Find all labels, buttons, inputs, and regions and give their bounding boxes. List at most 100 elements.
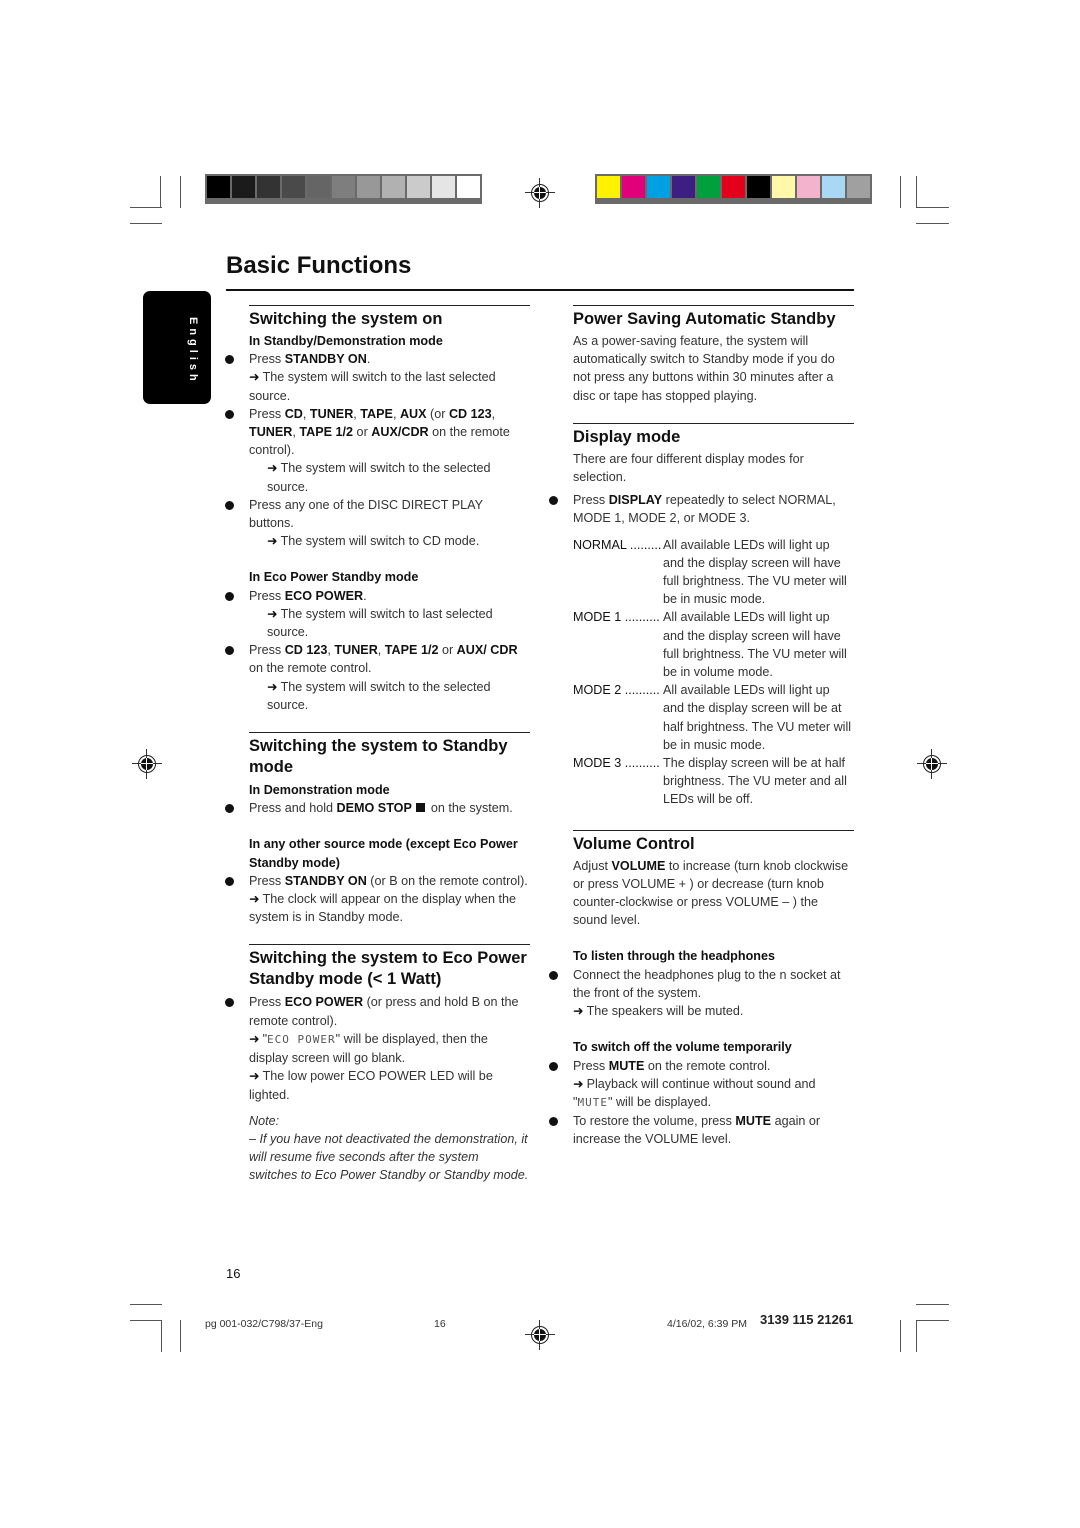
section-switching-on: Switching the system on In Standby/Demon… (225, 305, 530, 714)
arrow-icon: ➜ (267, 606, 278, 621)
arrow-icon: ➜ (249, 1069, 260, 1084)
color-swatch (722, 176, 745, 198)
section-rule (249, 732, 530, 734)
language-label: English (187, 317, 199, 385)
stop-icon (415, 803, 425, 813)
arrow-icon: ➜ (267, 461, 278, 476)
mode-label: MODE 3 .......... (573, 756, 660, 771)
color-swatch (772, 176, 795, 198)
registration-mark-icon (132, 749, 162, 779)
color-bar (595, 174, 872, 204)
section-heading: Volume Control (573, 834, 695, 853)
color-swatch (822, 176, 845, 198)
result-item: ➜ The speakers will be muted. (573, 1004, 744, 1019)
registration-mark-icon (525, 178, 555, 208)
section-standby: Switching the system to Standby mode In … (225, 732, 530, 926)
slug-datetime: 4/16/02, 6:39 PM (667, 1318, 747, 1330)
registration-mark-icon (525, 1320, 555, 1350)
section-rule (249, 305, 530, 306)
color-swatch (597, 176, 620, 198)
section-eco-power: Switching the system to Eco Power Standb… (225, 944, 530, 1184)
section-rule (573, 422, 854, 424)
arrow-icon: ➜ (267, 679, 278, 694)
crop-mark (161, 1320, 162, 1352)
color-swatch (207, 176, 230, 198)
subheading: To switch off the volume temporarily (573, 1040, 792, 1055)
bullet-item: Press CD, TUNER, TAPE, AUX (or CD 123, T… (225, 405, 530, 460)
color-swatch (622, 176, 645, 198)
arrow-icon: ➜ (573, 1004, 584, 1019)
mode-label: MODE 2 .......... (573, 683, 660, 698)
crop-mark (916, 1320, 917, 1352)
crop-mark (900, 176, 901, 208)
bullet-item: Press STANDBY ON (or B on the remote con… (225, 872, 530, 890)
page-number: 16 (226, 1266, 241, 1281)
bullet-item: Press DISPLAY repeatedly to select NORMA… (549, 491, 854, 527)
subheading: To listen through the headphones (573, 949, 775, 964)
crop-mark (916, 176, 917, 208)
result-item: ➜ The clock will appear on the display wh… (249, 892, 516, 925)
mode-label: MODE 1 .......... (573, 610, 660, 625)
subheading: In Standby/Demonstration mode (249, 334, 443, 348)
result-item: ➜ The system will switch to the last sele… (249, 370, 496, 403)
color-swatch (332, 176, 355, 198)
color-swatch (797, 176, 820, 198)
section-heading: Switching the system on (249, 310, 443, 328)
crop-mark (130, 1320, 162, 1321)
grayscale-bar (205, 174, 482, 204)
result-item: ➜ The low power ECO POWER LED will be lig… (249, 1069, 493, 1102)
result-item: ➜ Playback will continue without sound an… (573, 1076, 816, 1109)
color-swatch (432, 176, 455, 198)
color-swatch (647, 176, 670, 198)
color-swatch (747, 176, 770, 198)
mode-row: MODE 2 .......... All available LEDs will… (573, 681, 854, 754)
left-column: Switching the system on In Standby/Demon… (225, 305, 530, 1185)
body-text: There are four different display modes f… (573, 451, 804, 485)
note-label: Note: (249, 1113, 280, 1128)
subheading: In Demonstration mode (249, 783, 390, 798)
result-item: ➜ The system will switch to CD mode. (267, 534, 480, 549)
subheading: In any other source mode (except Eco Pow… (249, 837, 518, 870)
section-heading: Switching the system to Eco Power Standb… (249, 949, 527, 989)
registration-mark-icon (917, 749, 947, 779)
arrow-icon: ➜ (249, 892, 260, 907)
lcd-text: MUTE (577, 1095, 608, 1109)
crop-mark (130, 207, 162, 208)
body-text: As a power-saving feature, the system wi… (573, 334, 835, 403)
result-item: ➜ The system will switch to last selected… (267, 606, 493, 640)
lcd-text: ECO POWER (267, 1032, 336, 1046)
slug-code: 3139 115 21261 (760, 1312, 854, 1327)
section-rule (573, 305, 854, 306)
color-swatch (232, 176, 255, 198)
arrow-icon: ➜ (573, 1076, 584, 1091)
section-heading: Display mode (573, 427, 681, 446)
bullet-item: Press CD 123, TUNER, TAPE 1/2 or AUX/ CD… (225, 641, 530, 677)
crop-mark (180, 1320, 181, 1352)
crop-mark (900, 1320, 901, 1352)
bullet-item: Press ECO POWER. (225, 587, 530, 605)
crop-mark (180, 176, 181, 208)
color-swatch (282, 176, 305, 198)
section-heading: Power Saving Automatic Standby (573, 310, 836, 328)
result-item: ➜ The system will switch to the selected … (267, 679, 491, 712)
color-swatch (307, 176, 330, 198)
bullet-item: Press ECO POWER (or press and hold B on … (225, 993, 530, 1029)
color-swatch (697, 176, 720, 198)
mode-row: MODE 3 .......... The display screen will… (573, 754, 854, 809)
display-modes-list: NORMAL ......... All available LEDs will … (573, 536, 854, 809)
bullet-item: To restore the volume, press MUTE again … (549, 1112, 854, 1148)
mode-description: All available LEDs will light up and the… (663, 683, 852, 752)
crop-mark (160, 176, 161, 208)
bullet-item: Press STANDBY ON. (225, 350, 530, 368)
arrow-icon: ➜ (267, 534, 278, 549)
subheading: In Eco Power Standby mode (249, 570, 419, 585)
bullet-item: Press and hold DEMO STOP on the system. (225, 799, 530, 817)
result-item: ➜ The system will switch to the selected … (267, 461, 491, 494)
crop-mark (130, 1304, 162, 1305)
section-display-mode: Display mode There are four different di… (549, 422, 854, 809)
bullet-item: Press MUTE on the remote control. (549, 1057, 854, 1075)
mode-description: All available LEDs will light up and the… (663, 610, 847, 680)
section-rule (573, 829, 854, 831)
color-swatch (382, 176, 405, 198)
crop-mark (916, 1320, 949, 1321)
